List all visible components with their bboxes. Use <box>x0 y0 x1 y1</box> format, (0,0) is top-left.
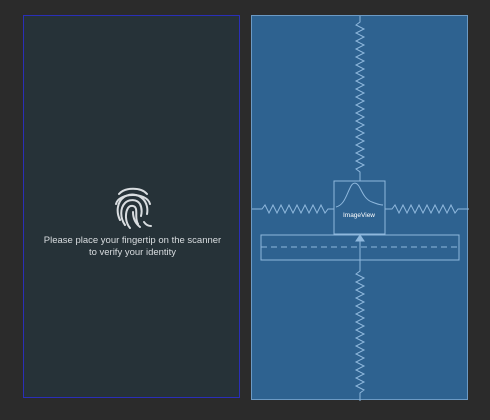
layout-editor-canvas: Please place your fingertip on the scann… <box>0 0 490 420</box>
top-constraint-spring <box>354 16 366 181</box>
fingerprint-icon <box>115 187 152 229</box>
design-preview[interactable]: Please place your fingertip on the scann… <box>23 15 240 398</box>
message-line-2: to verify your identity <box>88 247 177 258</box>
message-line-1: Please place your fingertip on the scann… <box>43 235 222 246</box>
chain-arrow <box>355 234 365 242</box>
blueprint-constraints <box>252 16 469 401</box>
blueprint-preview[interactable]: ImageView <box>251 15 469 401</box>
bottom-constraint-spring <box>354 260 366 401</box>
imageview-box <box>333 180 386 235</box>
image-preview-curve <box>335 182 384 208</box>
left-constraint-spring <box>252 203 334 215</box>
imageview-label: ImageView <box>342 212 376 219</box>
fingerprint-instruction-text: Please place your fingertip on the scann… <box>24 235 241 259</box>
right-constraint-spring <box>385 203 469 215</box>
